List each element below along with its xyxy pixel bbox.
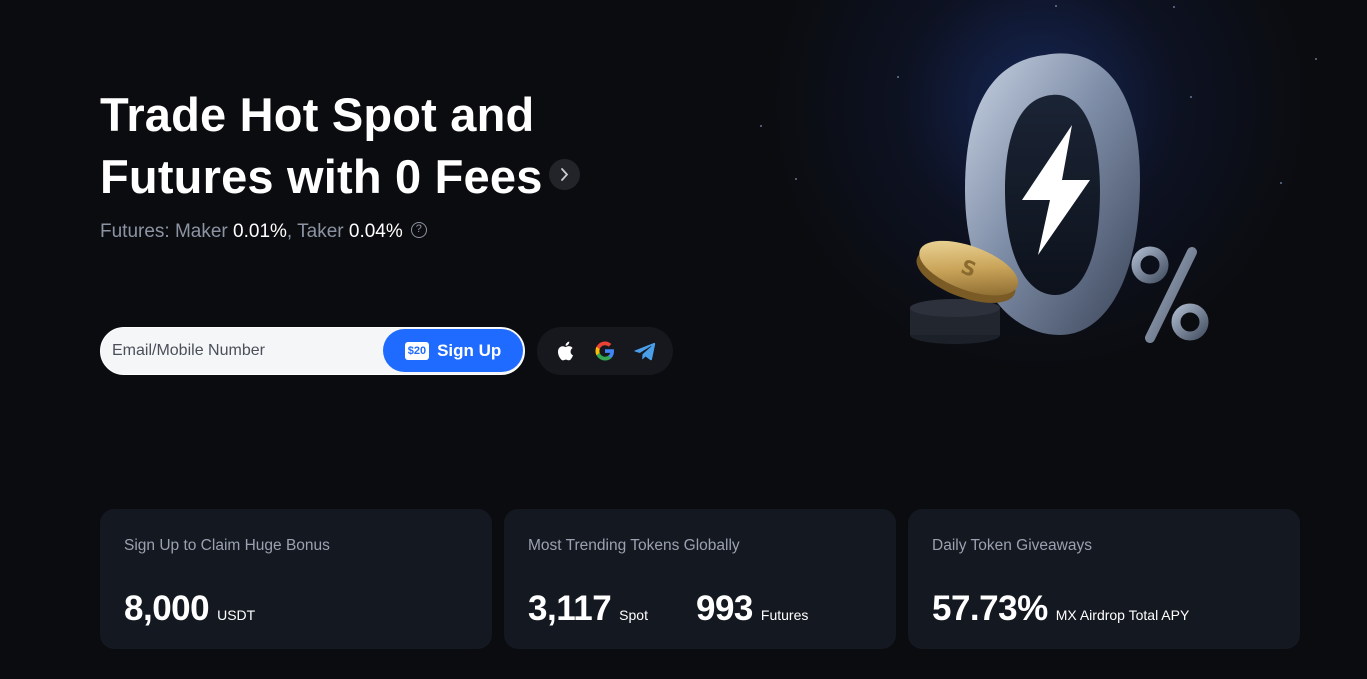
zero-fee-illustration: S — [900, 40, 1230, 360]
stat-value: 993 — [696, 589, 753, 628]
star-decoration — [760, 125, 762, 127]
google-icon — [595, 341, 614, 361]
futures-stat: 993 Futures — [696, 589, 808, 629]
star-decoration — [897, 76, 899, 78]
star-decoration — [795, 178, 797, 180]
apple-login-button[interactable] — [551, 337, 579, 365]
bonus-ticket-icon: $20 — [404, 341, 430, 360]
bonus-card: Sign Up to Claim Huge Bonus 8,000 USDT — [100, 509, 492, 649]
card-title: Daily Token Giveaways — [932, 537, 1092, 554]
stat-unit: USDT — [217, 607, 256, 623]
maker-fee-value: 0.01% — [233, 221, 287, 242]
apy-stat: 57.73% MX Airdrop Total APY — [932, 589, 1189, 629]
giveaways-card: Daily Token Giveaways 57.73% MX Airdrop … — [908, 509, 1300, 649]
bonus-stat: 8,000 USDT — [124, 589, 255, 629]
stat-unit: Futures — [760, 607, 809, 623]
fees-separator: , Taker — [286, 221, 349, 242]
stat-value: 57.73% — [932, 589, 1048, 628]
question-help-icon[interactable]: ? — [410, 221, 427, 238]
hero-title-line-1: Trade Hot Spot and — [100, 88, 535, 141]
apple-icon — [558, 341, 573, 361]
telegram-login-button[interactable] — [631, 337, 659, 365]
trending-tokens-card: Most Trending Tokens Globally 3,117 Spot… — [504, 509, 896, 649]
spot-stat: 3,117 Spot — [528, 589, 648, 629]
card-title: Sign Up to Claim Huge Bonus — [124, 537, 330, 554]
hero-title-line-2: Futures with 0 Fees — [100, 150, 543, 203]
signup-form: $20 Sign Up — [100, 327, 525, 375]
stat-value: 8,000 — [124, 589, 210, 628]
fees-prefix: Futures: Maker — [100, 221, 234, 242]
star-decoration — [1173, 6, 1175, 8]
sign-up-button[interactable]: $20 Sign Up — [383, 329, 523, 372]
social-login-group — [537, 327, 673, 375]
taker-fee-value: 0.04% — [348, 221, 403, 242]
stat-value: 3,117 — [528, 589, 612, 628]
fees-subtitle: Futures: Maker 0.01%, Taker 0.04%? — [100, 221, 427, 243]
star-decoration — [1315, 58, 1317, 60]
stat-unit: MX Airdrop Total APY — [1055, 607, 1190, 623]
email-mobile-input[interactable] — [101, 328, 383, 373]
stat-unit: Spot — [619, 607, 648, 623]
star-decoration — [1280, 182, 1282, 184]
hero-title: Trade Hot Spot and Futures with 0 Fees — [100, 84, 660, 208]
card-title: Most Trending Tokens Globally — [528, 537, 740, 554]
google-login-button[interactable] — [591, 337, 619, 365]
star-decoration — [1055, 5, 1057, 7]
title-chevron-right-icon[interactable] — [548, 159, 580, 191]
telegram-icon — [634, 342, 656, 361]
sign-up-label: Sign Up — [437, 340, 502, 360]
